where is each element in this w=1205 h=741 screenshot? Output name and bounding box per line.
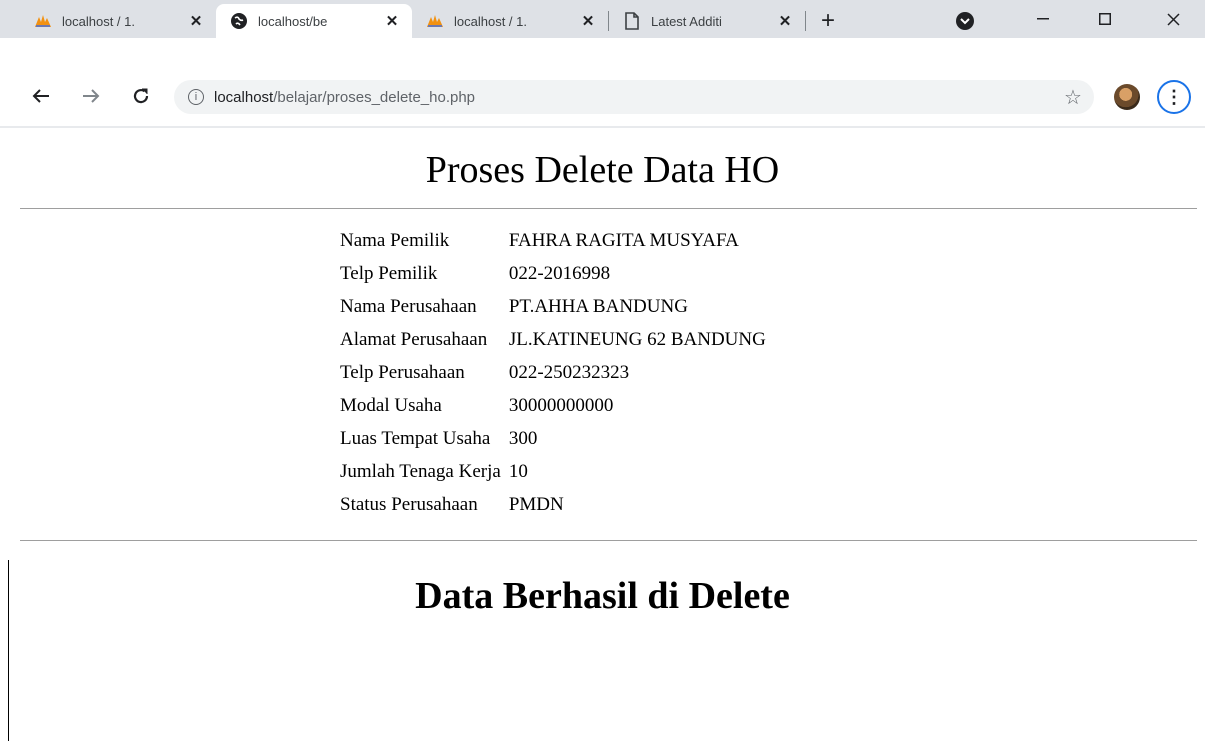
reload-icon[interactable] xyxy=(124,79,158,113)
tab-active-page[interactable]: localhost/be ✕ xyxy=(216,4,412,38)
maximize-icon[interactable] xyxy=(1082,0,1128,38)
avatar[interactable] xyxy=(1114,84,1140,110)
table-row: Jumlah Tenaga Kerja 10 xyxy=(338,455,768,488)
field-value: JL.KATINEUNG 62 BANDUNG xyxy=(508,329,766,350)
forward-arrow-icon[interactable] xyxy=(74,79,108,113)
field-label: Nama Pemilik xyxy=(340,230,450,251)
globe-icon xyxy=(230,12,248,30)
window-close-icon[interactable] xyxy=(1150,0,1196,38)
field-value: FAHRA RAGITA MUSYAFA xyxy=(508,230,739,251)
divider-bottom xyxy=(20,540,1197,541)
tab-separator xyxy=(805,11,806,31)
field-label: Luas Tempat Usaha xyxy=(340,428,491,449)
phpmyadmin-icon xyxy=(426,12,444,30)
field-value: 10 xyxy=(508,461,528,482)
tab-latest-additions[interactable]: Latest Additi ✕ xyxy=(609,4,805,38)
document-icon xyxy=(623,12,641,30)
close-icon[interactable]: ✕ xyxy=(777,13,793,30)
table-row: Telp Pemilik 022-2016998 xyxy=(338,257,768,290)
field-value: 022-2016998 xyxy=(508,263,611,284)
close-icon[interactable]: ✕ xyxy=(188,13,204,30)
url-text[interactable]: localhost/belajar/proses_delete_ho.php xyxy=(214,89,475,106)
table-row: Nama Perusahaan PT.AHHA BANDUNG xyxy=(338,290,768,323)
field-label: Telp Perusahaan xyxy=(340,362,465,383)
window-edge xyxy=(8,560,9,741)
page-title: Proses Delete Data HO xyxy=(425,149,780,191)
tabs-container: localhost / 1. ✕ localhost/be ✕ localhos… xyxy=(0,0,844,38)
field-label: Status Perusahaan xyxy=(340,494,478,515)
tab-phpmyadmin-2[interactable]: localhost / 1. ✕ xyxy=(412,4,608,38)
back-arrow-icon[interactable] xyxy=(24,79,58,113)
field-label: Alamat Perusahaan xyxy=(340,329,488,350)
field-label: Telp Pemilik xyxy=(340,263,438,284)
field-value: 30000000000 xyxy=(508,395,614,416)
phpmyadmin-icon xyxy=(34,12,52,30)
field-value: PMDN xyxy=(508,494,564,515)
bookmark-star-icon[interactable]: ☆ xyxy=(1058,82,1088,112)
field-value: 022-250232323 xyxy=(508,362,630,383)
field-label: Nama Perusahaan xyxy=(340,296,477,317)
field-value: PT.AHHA BANDUNG xyxy=(508,296,688,317)
url-host: localhost xyxy=(214,88,274,106)
tab-label: Latest Additi xyxy=(651,13,722,29)
info-icon[interactable]: i xyxy=(188,89,204,105)
table-row: Luas Tempat Usaha 300 xyxy=(338,422,768,455)
new-tab-button[interactable]: + xyxy=(812,4,844,38)
page-content: Proses Delete Data HO Nama Pemilik FAHRA … xyxy=(8,128,1197,617)
tab-label: localhost/be xyxy=(258,13,328,29)
tab-label: localhost / 1. xyxy=(62,13,135,29)
table-row: Alamat Perusahaan JL.KATINEUNG 62 BANDUNG xyxy=(338,323,768,356)
url-path: /belajar/proses_delete_ho.php xyxy=(273,88,476,106)
minimize-icon[interactable] xyxy=(1020,0,1066,38)
tab-label: localhost / 1. xyxy=(454,13,527,29)
table-row: Telp Perusahaan 022-250232323 xyxy=(338,356,768,389)
table-row: Status Perusahaan PMDN xyxy=(338,488,768,521)
details-table: Nama Pemilik FAHRA RAGITA MUSYAFA Telp Pem… xyxy=(338,224,768,521)
close-icon[interactable]: ✕ xyxy=(580,13,596,30)
tab-phpmyadmin-1[interactable]: localhost / 1. ✕ xyxy=(20,4,216,38)
kebab-menu-icon[interactable]: ⋮ xyxy=(1157,80,1191,114)
field-label: Jumlah Tenaga Kerja xyxy=(340,461,501,482)
table-row: Nama Pemilik FAHRA RAGITA MUSYAFA xyxy=(338,224,768,257)
table-row: Modal Usaha 30000000000 xyxy=(338,389,768,422)
tab-strip: localhost / 1. ✕ localhost/be ✕ localhos… xyxy=(0,0,1205,38)
tab-search-icon[interactable] xyxy=(956,12,974,30)
result-message: Data Berhasil di Delete xyxy=(415,575,790,617)
divider-top xyxy=(20,208,1197,209)
address-bar[interactable]: i localhost/belajar/proses_delete_ho.php xyxy=(174,80,1094,114)
field-label: Modal Usaha xyxy=(340,395,442,416)
field-value: 300 xyxy=(508,428,538,449)
close-icon[interactable]: ✕ xyxy=(384,13,400,30)
